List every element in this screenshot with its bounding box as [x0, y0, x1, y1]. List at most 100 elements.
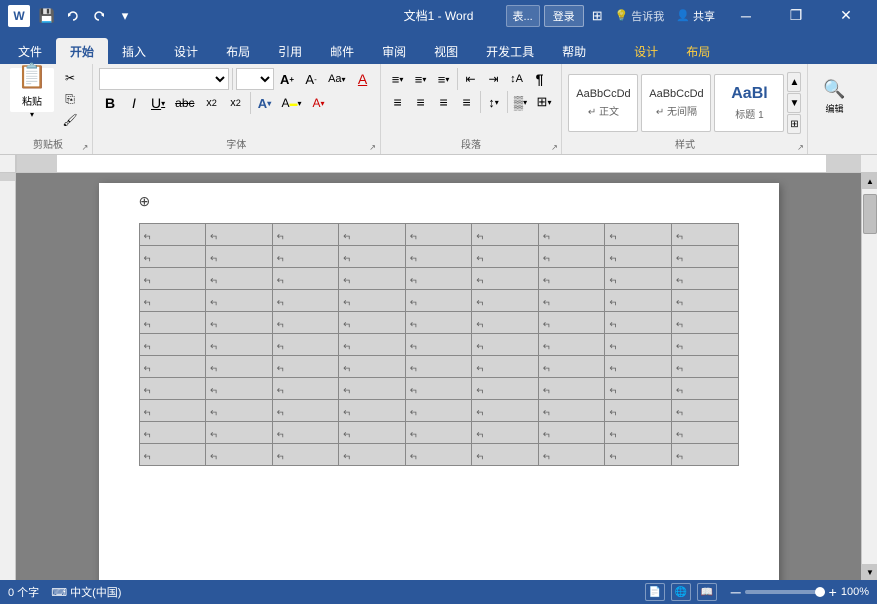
multilevel-btn[interactable]: ≡▾: [433, 68, 455, 90]
find-btn[interactable]: 🔍 编辑: [814, 72, 854, 122]
table-cell[interactable]: ↵: [671, 312, 738, 334]
style-nosp[interactable]: AaBbCcDd ↵ 无间隔: [641, 74, 711, 132]
minimize-btn[interactable]: ─: [723, 0, 769, 31]
table-cell[interactable]: ↵: [339, 268, 406, 290]
table-cell[interactable]: ↵: [206, 378, 273, 400]
table-cell[interactable]: ↵: [605, 246, 672, 268]
vertical-scrollbar[interactable]: ▲ ▼: [861, 173, 877, 580]
view-read-btn[interactable]: 📖: [697, 583, 717, 601]
tab-mailings[interactable]: 邮件: [316, 38, 368, 64]
tab-table-layout[interactable]: 布局: [672, 38, 724, 64]
table-cell[interactable]: ↵: [206, 334, 273, 356]
table-cell[interactable]: ↵: [472, 224, 539, 246]
scroll-track[interactable]: [862, 189, 877, 564]
table-cell[interactable]: ↵: [139, 334, 206, 356]
tab-help[interactable]: 帮助: [548, 38, 600, 64]
table-cell[interactable]: ↵: [272, 400, 339, 422]
table-cell[interactable]: ↵: [272, 290, 339, 312]
tab-design[interactable]: 设计: [160, 38, 212, 64]
table-cell[interactable]: ↵: [405, 400, 472, 422]
table-cell[interactable]: ↵: [472, 268, 539, 290]
table-cell[interactable]: ↵: [671, 444, 738, 466]
table-cell[interactable]: ↵: [139, 422, 206, 444]
table-cell[interactable]: ↵: [671, 378, 738, 400]
table-cell[interactable]: ↵: [538, 422, 605, 444]
table-cell[interactable]: ↵: [671, 224, 738, 246]
table-cell[interactable]: ↵: [272, 224, 339, 246]
table-cell[interactable]: ↵: [538, 444, 605, 466]
subscript-btn[interactable]: x2: [201, 92, 223, 114]
style-expand-btn[interactable]: ⊞: [787, 114, 801, 134]
restore-btn[interactable]: ❐: [773, 0, 819, 31]
table-cell[interactable]: ↵: [538, 224, 605, 246]
window-menu-btn[interactable]: ⊞: [588, 8, 607, 24]
table-cell[interactable]: ↵: [206, 224, 273, 246]
font-color-btn[interactable]: A▾: [308, 92, 330, 114]
line-spacing-btn[interactable]: ↕▾: [483, 91, 505, 113]
style-normal[interactable]: AaBbCcDd ↵ 正文: [568, 74, 638, 132]
table-ref-btn[interactable]: 表...: [506, 5, 540, 27]
table-cell[interactable]: ↵: [139, 312, 206, 334]
table-cell[interactable]: ↵: [405, 246, 472, 268]
table-cell[interactable]: ↵: [272, 356, 339, 378]
font-expand[interactable]: ↗: [368, 142, 378, 152]
table-cell[interactable]: ↵: [405, 378, 472, 400]
style-h1[interactable]: AaBl 标题 1: [714, 74, 784, 132]
increase-font-btn[interactable]: A+: [276, 68, 298, 90]
zoom-slider[interactable]: [745, 590, 825, 594]
table-cell[interactable]: ↵: [339, 312, 406, 334]
share-btn[interactable]: 👤共享: [672, 8, 719, 24]
table-cell[interactable]: ↵: [671, 422, 738, 444]
table-cell[interactable]: ↵: [605, 312, 672, 334]
table-cell[interactable]: ↵: [272, 378, 339, 400]
strikethrough-btn[interactable]: abc: [171, 92, 198, 114]
table-cell[interactable]: ↵: [538, 334, 605, 356]
table-cell[interactable]: ↵: [405, 224, 472, 246]
table-cell[interactable]: ↵: [272, 246, 339, 268]
italic-btn[interactable]: I: [123, 92, 145, 114]
table-cell[interactable]: ↵: [206, 312, 273, 334]
scroll-thumb[interactable]: [863, 194, 877, 234]
shading-btn[interactable]: ▒▾: [510, 91, 532, 113]
underline-btn[interactable]: U▾: [147, 92, 169, 114]
table-cell[interactable]: ↵: [472, 290, 539, 312]
login-btn[interactable]: 登录: [544, 5, 584, 27]
bold-btn[interactable]: B: [99, 92, 121, 114]
table-cell[interactable]: ↵: [671, 268, 738, 290]
increase-indent-btn[interactable]: ⇥: [483, 68, 505, 90]
table-cell[interactable]: ↵: [206, 356, 273, 378]
table-cell[interactable]: ↵: [405, 312, 472, 334]
table-cell[interactable]: ↵: [272, 444, 339, 466]
table-cell[interactable]: ↵: [538, 378, 605, 400]
table-cell[interactable]: ↵: [206, 268, 273, 290]
table-cell[interactable]: ↵: [605, 268, 672, 290]
table-cell[interactable]: ↵: [605, 290, 672, 312]
table-cell[interactable]: ↵: [139, 246, 206, 268]
table-cell[interactable]: ↵: [538, 400, 605, 422]
table-cell[interactable]: ↵: [339, 224, 406, 246]
table-cell[interactable]: ↵: [339, 246, 406, 268]
table-cell[interactable]: ↵: [206, 422, 273, 444]
table-cell[interactable]: ↵: [671, 246, 738, 268]
table-cell[interactable]: ↵: [472, 334, 539, 356]
quick-more-btn[interactable]: ▾: [114, 5, 136, 27]
table-cell[interactable]: ↵: [339, 400, 406, 422]
table-cell[interactable]: ↵: [339, 290, 406, 312]
para-expand[interactable]: ↗: [549, 142, 559, 152]
scroll-up-btn[interactable]: ▲: [862, 173, 877, 189]
table-cell[interactable]: ↵: [206, 444, 273, 466]
clear-format-btn[interactable]: A: [352, 68, 374, 90]
table-cell[interactable]: ↵: [472, 378, 539, 400]
borders-btn[interactable]: ⊞▾: [533, 91, 556, 113]
table-cell[interactable]: ↵: [139, 224, 206, 246]
change-case-btn[interactable]: Aa▾: [324, 68, 349, 90]
table-cell[interactable]: ↵: [405, 268, 472, 290]
table-cell[interactable]: ↵: [405, 444, 472, 466]
paste-btn[interactable]: 📋 粘贴 ▾: [10, 68, 54, 112]
tab-review[interactable]: 审阅: [368, 38, 420, 64]
table-cell[interactable]: ↵: [272, 312, 339, 334]
font-size-select[interactable]: [236, 68, 274, 90]
table-cell[interactable]: ↵: [605, 224, 672, 246]
table-cell[interactable]: ↵: [206, 290, 273, 312]
table-cell[interactable]: ↵: [405, 356, 472, 378]
